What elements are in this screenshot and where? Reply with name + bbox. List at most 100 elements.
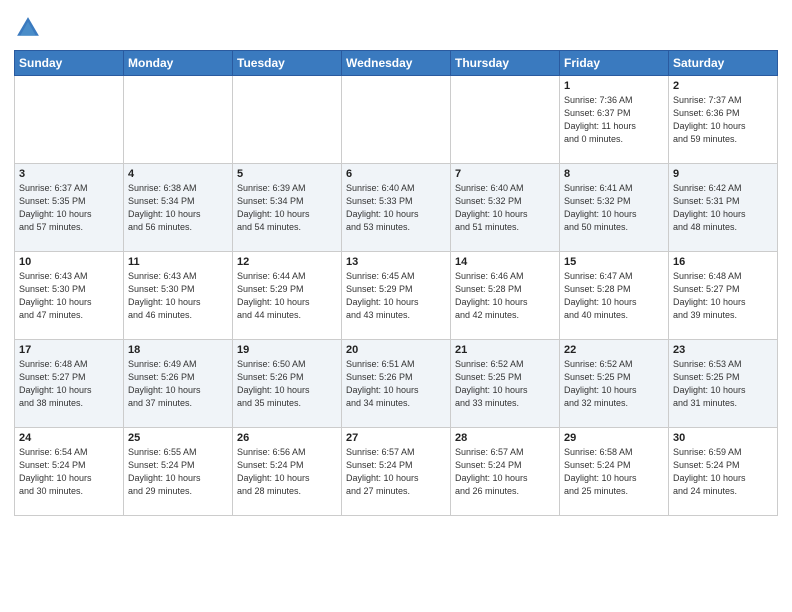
day-number: 12 — [237, 256, 337, 268]
calendar-cell: 5Sunrise: 6:39 AM Sunset: 5:34 PM Daylig… — [233, 164, 342, 252]
calendar-cell: 28 Sunrise: 6:57 AM Sunset: 5:24 PM Dayli… — [451, 428, 560, 516]
day-number: 18 — [128, 344, 228, 356]
day-number: 2 — [673, 80, 773, 92]
weekday-header-monday: Monday — [124, 51, 233, 76]
calendar-cell: 20 Sunrise: 6:51 AM Sunset: 5:26 PM Dayli… — [342, 340, 451, 428]
day-number: 3 — [19, 168, 119, 180]
day-info: Sunrise: 6:44 AM Sunset: 5:29 PM Dayligh… — [237, 270, 337, 322]
calendar-cell — [124, 76, 233, 164]
day-number: 25 — [128, 432, 228, 444]
day-number: 22 — [564, 344, 664, 356]
calendar-cell — [451, 76, 560, 164]
day-info: Sunrise: 6:46 AM Sunset: 5:28 PM Dayligh… — [455, 270, 555, 322]
day-info: Sunrise: 6:43 AM Sunset: 5:30 PM Dayligh… — [128, 270, 228, 322]
day-number: 11 — [128, 256, 228, 268]
day-info: Sunrise: 6:59 AM Sunset: 5:24 PM Dayligh… — [673, 446, 773, 498]
day-info: Sunrise: 6:56 AM Sunset: 5:24 PM Dayligh… — [237, 446, 337, 498]
day-number: 23 — [673, 344, 773, 356]
calendar-cell: 2 Sunrise: 7:37 AM Sunset: 6:36 PM Daylig… — [669, 76, 778, 164]
day-info: Sunrise: 6:57 AM Sunset: 5:24 PM Dayligh… — [346, 446, 446, 498]
day-number: 8 — [564, 168, 664, 180]
day-number: 30 — [673, 432, 773, 444]
weekday-header-friday: Friday — [560, 51, 669, 76]
calendar-cell: 13 Sunrise: 6:45 AM Sunset: 5:29 PM Dayli… — [342, 252, 451, 340]
calendar-cell: 8 Sunrise: 6:41 AM Sunset: 5:32 PM Daylig… — [560, 164, 669, 252]
week-row-1: 1 Sunrise: 7:36 AM Sunset: 6:37 PM Daylig… — [15, 76, 778, 164]
day-info: Sunrise: 6:57 AM Sunset: 5:24 PM Dayligh… — [455, 446, 555, 498]
day-info: Sunrise: 6:40 AM Sunset: 5:33 PM Dayligh… — [346, 182, 446, 234]
calendar-cell: 22 Sunrise: 6:52 AM Sunset: 5:25 PM Dayli… — [560, 340, 669, 428]
day-info: Sunrise: 6:45 AM Sunset: 5:29 PM Dayligh… — [346, 270, 446, 322]
day-number: 29 — [564, 432, 664, 444]
calendar-cell: 1 Sunrise: 7:36 AM Sunset: 6:37 PM Daylig… — [560, 76, 669, 164]
calendar-cell: 15Sunrise: 6:47 AM Sunset: 5:28 PM Dayli… — [560, 252, 669, 340]
day-info: Sunrise: 6:54 AM Sunset: 5:24 PM Dayligh… — [19, 446, 119, 498]
weekday-header-tuesday: Tuesday — [233, 51, 342, 76]
day-number: 9 — [673, 168, 773, 180]
day-info: Sunrise: 6:40 AM Sunset: 5:32 PM Dayligh… — [455, 182, 555, 234]
calendar-cell: 3 Sunrise: 6:37 AM Sunset: 5:35 PM Daylig… — [15, 164, 124, 252]
calendar-cell: 27 Sunrise: 6:57 AM Sunset: 5:24 PM Dayli… — [342, 428, 451, 516]
calendar-cell — [342, 76, 451, 164]
calendar-cell: 19 Sunrise: 6:50 AM Sunset: 5:26 PM Dayli… — [233, 340, 342, 428]
calendar-cell: 16 Sunrise: 6:48 AM Sunset: 5:27 PM Dayli… — [669, 252, 778, 340]
day-info: Sunrise: 6:48 AM Sunset: 5:27 PM Dayligh… — [673, 270, 773, 322]
day-info: Sunrise: 6:37 AM Sunset: 5:35 PM Dayligh… — [19, 182, 119, 234]
calendar-cell: 12 Sunrise: 6:44 AM Sunset: 5:29 PM Dayli… — [233, 252, 342, 340]
logo — [14, 14, 46, 42]
day-number: 24 — [19, 432, 119, 444]
day-number: 27 — [346, 432, 446, 444]
calendar-cell — [233, 76, 342, 164]
day-info: Sunrise: 6:50 AM Sunset: 5:26 PM Dayligh… — [237, 358, 337, 410]
calendar-cell: 25 Sunrise: 6:55 AM Sunset: 5:24 PM Dayli… — [124, 428, 233, 516]
calendar-cell: 21 Sunrise: 6:52 AM Sunset: 5:25 PM Dayli… — [451, 340, 560, 428]
day-number: 5 — [237, 168, 337, 180]
day-info: Sunrise: 6:55 AM Sunset: 5:24 PM Dayligh… — [128, 446, 228, 498]
calendar-cell: 24 Sunrise: 6:54 AM Sunset: 5:24 PM Dayli… — [15, 428, 124, 516]
calendar-cell: 18 Sunrise: 6:49 AM Sunset: 5:26 PM Dayli… — [124, 340, 233, 428]
day-info: Sunrise: 6:53 AM Sunset: 5:25 PM Dayligh… — [673, 358, 773, 410]
calendar-cell: 30 Sunrise: 6:59 AM Sunset: 5:24 PM Dayli… — [669, 428, 778, 516]
day-number: 1 — [564, 80, 664, 92]
day-number: 14 — [455, 256, 555, 268]
day-info: Sunrise: 6:52 AM Sunset: 5:25 PM Dayligh… — [455, 358, 555, 410]
logo-icon — [14, 14, 42, 42]
calendar-cell: 14 Sunrise: 6:46 AM Sunset: 5:28 PM Dayli… — [451, 252, 560, 340]
calendar-cell: 26 Sunrise: 6:56 AM Sunset: 5:24 PM Dayli… — [233, 428, 342, 516]
page: SundayMondayTuesdayWednesdayThursdayFrid… — [0, 0, 792, 526]
day-info: Sunrise: 6:49 AM Sunset: 5:26 PM Dayligh… — [128, 358, 228, 410]
week-row-3: 10 Sunrise: 6:43 AM Sunset: 5:30 PM Dayli… — [15, 252, 778, 340]
day-number: 21 — [455, 344, 555, 356]
week-row-4: 17Sunrise: 6:48 AM Sunset: 5:27 PM Dayli… — [15, 340, 778, 428]
calendar-cell: 10 Sunrise: 6:43 AM Sunset: 5:30 PM Dayli… — [15, 252, 124, 340]
week-row-5: 24 Sunrise: 6:54 AM Sunset: 5:24 PM Dayli… — [15, 428, 778, 516]
calendar: SundayMondayTuesdayWednesdayThursdayFrid… — [14, 50, 778, 516]
day-number: 26 — [237, 432, 337, 444]
weekday-header-saturday: Saturday — [669, 51, 778, 76]
day-number: 17 — [19, 344, 119, 356]
calendar-cell: 9Sunrise: 6:42 AM Sunset: 5:31 PM Daylig… — [669, 164, 778, 252]
day-number: 28 — [455, 432, 555, 444]
weekday-header-wednesday: Wednesday — [342, 51, 451, 76]
day-number: 6 — [346, 168, 446, 180]
day-number: 19 — [237, 344, 337, 356]
day-info: Sunrise: 6:52 AM Sunset: 5:25 PM Dayligh… — [564, 358, 664, 410]
day-info: Sunrise: 7:37 AM Sunset: 6:36 PM Dayligh… — [673, 94, 773, 146]
day-info: Sunrise: 6:47 AM Sunset: 5:28 PM Dayligh… — [564, 270, 664, 322]
day-info: Sunrise: 7:36 AM Sunset: 6:37 PM Dayligh… — [564, 94, 664, 146]
calendar-cell: 11 Sunrise: 6:43 AM Sunset: 5:30 PM Dayli… — [124, 252, 233, 340]
day-info: Sunrise: 6:38 AM Sunset: 5:34 PM Dayligh… — [128, 182, 228, 234]
day-number: 16 — [673, 256, 773, 268]
day-number: 10 — [19, 256, 119, 268]
day-number: 13 — [346, 256, 446, 268]
day-info: Sunrise: 6:43 AM Sunset: 5:30 PM Dayligh… — [19, 270, 119, 322]
day-number: 20 — [346, 344, 446, 356]
weekday-header-row: SundayMondayTuesdayWednesdayThursdayFrid… — [15, 51, 778, 76]
day-number: 4 — [128, 168, 228, 180]
day-info: Sunrise: 6:41 AM Sunset: 5:32 PM Dayligh… — [564, 182, 664, 234]
calendar-cell: 29 Sunrise: 6:58 AM Sunset: 5:24 PM Dayli… — [560, 428, 669, 516]
calendar-cell: 23 Sunrise: 6:53 AM Sunset: 5:25 PM Dayli… — [669, 340, 778, 428]
calendar-cell: 6 Sunrise: 6:40 AM Sunset: 5:33 PM Daylig… — [342, 164, 451, 252]
day-info: Sunrise: 6:51 AM Sunset: 5:26 PM Dayligh… — [346, 358, 446, 410]
day-info: Sunrise: 6:58 AM Sunset: 5:24 PM Dayligh… — [564, 446, 664, 498]
